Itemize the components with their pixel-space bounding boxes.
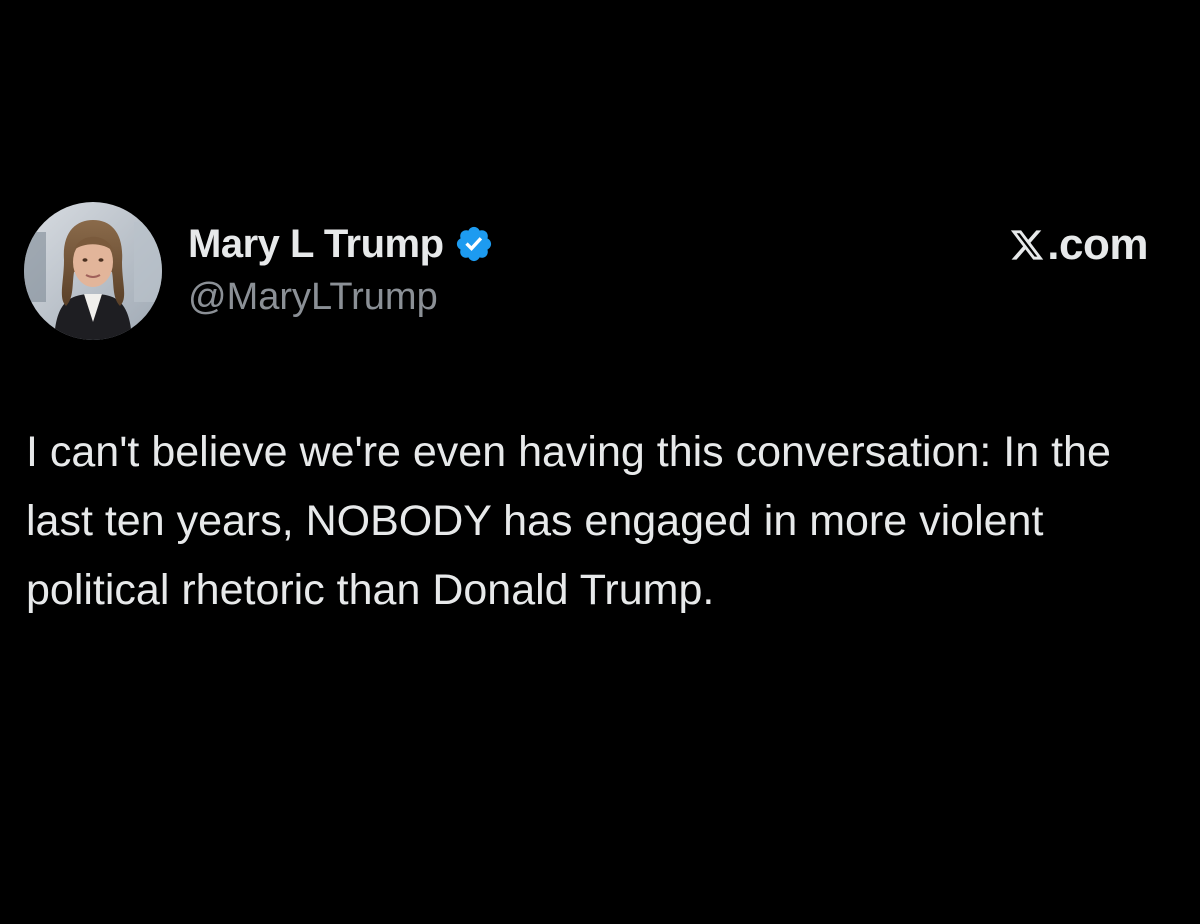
author-identity: Mary L Trump @MaryLTrump bbox=[188, 218, 494, 319]
post-card: Mary L Trump @MaryLTrump .com I can't be… bbox=[0, 0, 1200, 924]
author-display-name[interactable]: Mary L Trump bbox=[188, 222, 444, 267]
author-handle[interactable]: @MaryLTrump bbox=[188, 276, 494, 319]
site-label: .com bbox=[1009, 220, 1148, 270]
avatar[interactable] bbox=[24, 202, 162, 340]
name-row: Mary L Trump bbox=[188, 218, 494, 270]
post-text: I can't believe we're even having this c… bbox=[26, 428, 1111, 614]
site-domain-text: .com bbox=[1047, 220, 1148, 269]
verified-badge-icon bbox=[454, 224, 494, 264]
x-logo-icon bbox=[1009, 225, 1045, 265]
avatar-photo bbox=[24, 202, 162, 340]
